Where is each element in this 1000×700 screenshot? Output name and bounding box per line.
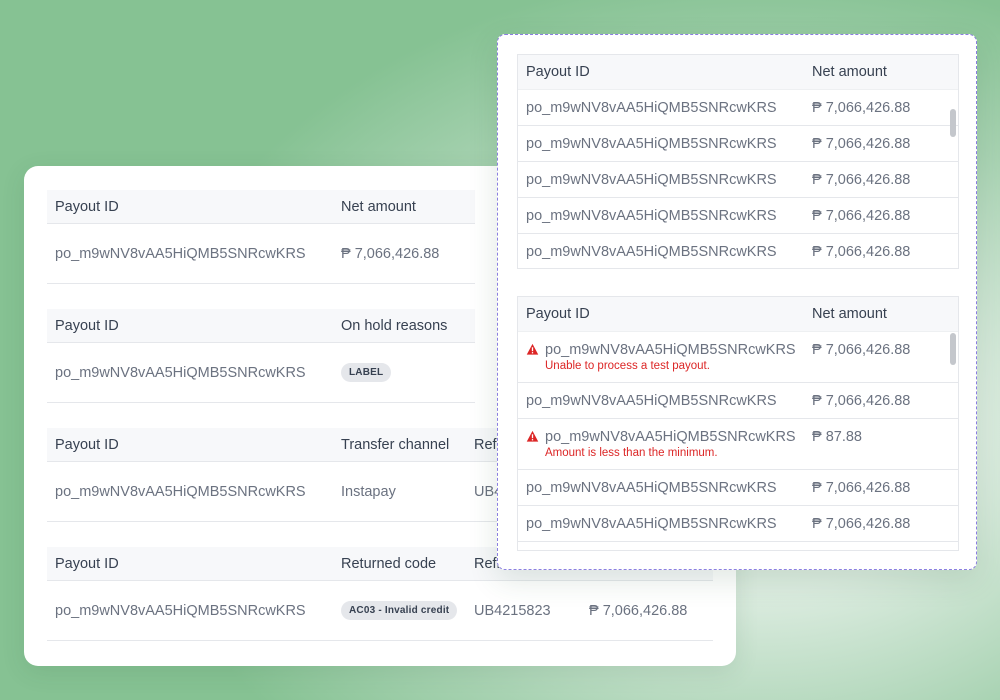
payout-id-text: po_m9wNV8vAA5HiQMB5SNRcwKRS: [545, 342, 796, 358]
transfer-channel-cell: Instapay: [341, 483, 396, 500]
table-row[interactable]: po_m9wNV8vAA5HiQMB5SNRcwKRS LABEL: [47, 343, 475, 403]
payout-id-cell: po_m9wNV8vAA5HiQMB5SNRcwKRS: [526, 479, 777, 496]
payout-id-cell: po_m9wNV8vAA5HiQMB5SNRcwKRS: [55, 602, 306, 619]
table-row[interactable]: po_m9wNV8vAA5HiQMB5SNRcwKRS AC03 - Inval…: [47, 581, 713, 641]
net-amount-cell: ₱ 7,066,426.88: [812, 207, 911, 224]
header-payout-id: Payout ID: [526, 64, 590, 80]
payout-id-cell: po_m9wNV8vAA5HiQMB5SNRcwKRS: [55, 364, 306, 381]
table-header: Payout ID Transfer channel Refi: [47, 428, 517, 462]
payout-id-cell: po_m9wNV8vAA5HiQMB5SNRcwKRS: [526, 135, 777, 152]
returned-code-cell: AC03 - Invalid credit: [341, 581, 458, 640]
scrollable-tables-panel: Payout ID Net amount po_m9wNV8vAA5HiQMB5…: [497, 34, 977, 570]
header-net-amount: Net amount: [341, 198, 416, 215]
header-transfer-channel: Transfer channel: [341, 436, 450, 453]
payout-table-scroll[interactable]: Payout ID Net amount po_m9wNV8vAA5HiQMB5…: [517, 54, 959, 269]
header-payout-id: Payout ID: [55, 198, 119, 215]
error-message: Unable to process a test payout.: [545, 360, 710, 372]
on-hold-reason-cell: LABEL: [341, 343, 392, 402]
table-header: Payout ID Net amount: [47, 190, 475, 224]
table-row[interactable]: po_m9wNV8vAA5HiQMB5SNRcwKRS ₱ 7,066,426.…: [518, 90, 958, 126]
header-returned-code: Returned code: [341, 555, 437, 572]
vertical-scrollbar[interactable]: [950, 333, 956, 365]
table-header: Payout ID Net amount: [518, 55, 958, 90]
table-row[interactable]: po_m9wNV8vAA5HiQMB5SNRcwKRS ₱ 7,066,426.…: [518, 234, 958, 268]
payout-id-cell: po_m9wNV8vAA5HiQMB5SNRcwKRS: [526, 243, 777, 260]
reference-cell: UB4215823: [474, 602, 551, 619]
returned-code-badge: AC03 - Invalid credit: [341, 601, 458, 620]
label-badge: LABEL: [341, 363, 392, 382]
header-net-amount: Net amount: [812, 306, 887, 322]
warning-icon: [526, 343, 539, 355]
net-amount-cell: ₱ 7,066,426.88: [812, 342, 911, 358]
payout-id-cell: po_m9wNV8vAA5HiQMB5SNRcwKRS: [55, 245, 306, 262]
payout-id-cell: po_m9wNV8vAA5HiQMB5SNRcwKRS: [526, 207, 777, 224]
header-payout-id: Payout ID: [55, 317, 119, 334]
table-row[interactable]: po_m9wNV8vAA5HiQMB5SNRcwKRS ₱ 7,066,426.…: [518, 470, 958, 506]
warning-icon: [526, 430, 539, 442]
vertical-scrollbar[interactable]: [950, 109, 956, 137]
header-on-hold-reasons: On hold reasons: [341, 317, 448, 334]
payout-id-cell: po_m9wNV8vAA5HiQMB5SNRcwKRS Unable to pr…: [526, 332, 796, 382]
header-payout-id: Payout ID: [526, 306, 590, 322]
header-payout-id: Payout ID: [55, 436, 119, 453]
table-row[interactable]: po_m9wNV8vAA5HiQMB5SNRcwKRS ₱ 7,066,426.…: [518, 383, 958, 419]
table-header: Payout ID On hold reasons: [47, 309, 475, 343]
payout-errors-table-scroll[interactable]: Payout ID Net amount po_m9wNV8vAA5HiQMB5…: [517, 296, 959, 551]
net-amount-cell: ₱ 7,066,426.88: [812, 171, 911, 188]
net-amount-cell: ₱ 7,066,426.88: [812, 243, 911, 260]
payout-id-cell: po_m9wNV8vAA5HiQMB5SNRcwKRS: [55, 483, 306, 500]
payout-id-cell: po_m9wNV8vAA5HiQMB5SNRcwKRS: [526, 99, 777, 116]
table-row[interactable]: po_m9wNV8vAA5HiQMB5SNRcwKRS ₱ 7,066,426.…: [518, 126, 958, 162]
table-row[interactable]: po_m9wNV8vAA5HiQMB5SNRcwKRS Amount is le…: [518, 419, 958, 470]
header-payout-id: Payout ID: [55, 555, 119, 572]
net-amount-cell: ₱ 87.88: [812, 429, 862, 445]
header-reference: Refi: [474, 436, 500, 453]
net-amount-cell: ₱ 7,066,426.88: [812, 392, 911, 409]
table-row[interactable]: po_m9wNV8vAA5HiQMB5SNRcwKRS ₱ 7,066,426.…: [518, 198, 958, 234]
payout-id-cell: po_m9wNV8vAA5HiQMB5SNRcwKRS: [526, 515, 777, 532]
table-row[interactable]: po_m9wNV8vAA5HiQMB5SNRcwKRS Instapay UB4: [47, 462, 517, 522]
net-amount-cell: ₱ 7,066,426.88: [812, 99, 911, 116]
net-amount-cell: ₱ 7,066,426.88: [341, 245, 440, 262]
table-row[interactable]: po_m9wNV8vAA5HiQMB5SNRcwKRS ₱ 7,066,426.…: [518, 506, 958, 542]
net-amount-cell: ₱ 7,066,426.88: [812, 479, 911, 496]
table-row[interactable]: po_m9wNV8vAA5HiQMB5SNRcwKRS Unable to pr…: [518, 332, 958, 383]
net-amount-cell: ₱ 7,066,426.88: [812, 515, 911, 532]
header-net-amount: Net amount: [812, 64, 887, 80]
payout-id-cell: po_m9wNV8vAA5HiQMB5SNRcwKRS: [526, 392, 777, 409]
header-reference: Refi: [474, 555, 500, 572]
payout-id-cell: po_m9wNV8vAA5HiQMB5SNRcwKRS: [526, 171, 777, 188]
payout-id-text: po_m9wNV8vAA5HiQMB5SNRcwKRS: [545, 429, 796, 445]
table-row[interactable]: po_m9wNV8vAA5HiQMB5SNRcwKRS ₱ 7,066,426.…: [518, 162, 958, 198]
payout-id-cell: po_m9wNV8vAA5HiQMB5SNRcwKRS Amount is le…: [526, 419, 796, 469]
table-row[interactable]: po_m9wNV8vAA5HiQMB5SNRcwKRS ₱ 7,066,426.…: [47, 224, 475, 284]
net-amount-cell: ₱ 7,066,426.88: [589, 602, 688, 619]
error-message: Amount is less than the minimum.: [545, 447, 718, 459]
table-header: Payout ID Net amount: [518, 297, 958, 332]
net-amount-cell: ₱ 7,066,426.88: [812, 135, 911, 152]
